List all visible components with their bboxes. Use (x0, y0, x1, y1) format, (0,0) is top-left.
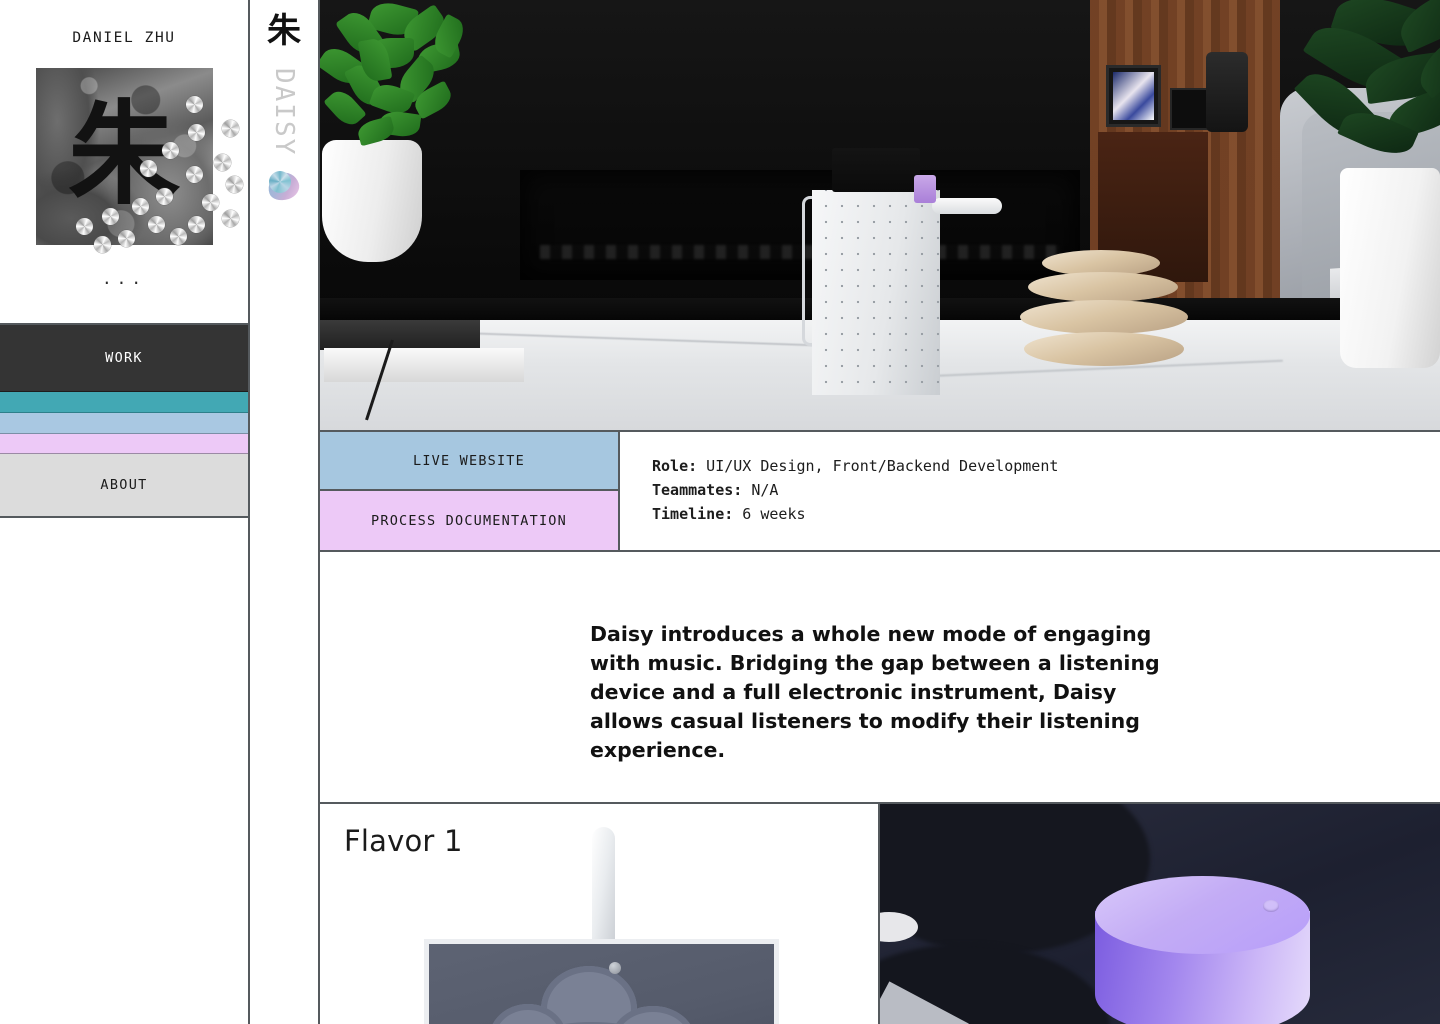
avatar-image: 朱 (35, 68, 213, 245)
stone-shape (1020, 300, 1188, 334)
meta-timeline-key: Timeline: (652, 505, 734, 523)
project-info-row: LIVE WEBSITE PROCESS DOCUMENTATION Role:… (320, 432, 1440, 552)
project-meta: Role: UI/UX Design, Front/Backend Develo… (620, 432, 1440, 550)
project-title-vertical: DAISY (269, 68, 299, 157)
shell-icon (221, 120, 239, 137)
project-links: LIVE WEBSITE PROCESS DOCUMENTATION (320, 432, 620, 550)
main-content: LIVE WEBSITE PROCESS DOCUMENTATION Role:… (320, 0, 1440, 1024)
hero-stone-stack (1020, 250, 1220, 390)
flavor-row: Flavor 1 (320, 804, 1440, 1024)
shell-icon (213, 154, 231, 171)
live-website-button[interactable]: LIVE WEBSITE (320, 432, 618, 491)
avatar[interactable]: 朱 (35, 68, 243, 253)
hero-plant-left (320, 0, 480, 160)
hero-image (320, 0, 1440, 432)
hero-fireplace (520, 170, 1080, 280)
hero-plant-pot-right (1340, 168, 1440, 368)
project-description-row: Daisy introduces a whole new mode of eng… (320, 552, 1440, 804)
hero-framed-art (1106, 65, 1161, 127)
zhu-mark-icon: 朱 (267, 11, 301, 51)
leaf-shape (355, 115, 397, 147)
meta-timeline: Timeline: 6 weeks (652, 502, 1440, 526)
stone-shape (1028, 272, 1178, 302)
project-description: Daisy introduces a whole new mode of eng… (590, 622, 1160, 762)
hero-speaker (1206, 52, 1248, 132)
process-documentation-button[interactable]: PROCESS DOCUMENTATION (320, 491, 618, 550)
meta-teammates-value: N/A (742, 481, 779, 499)
meta-teammates-key: Teammates: (652, 481, 743, 499)
shell-icon (225, 176, 243, 193)
meta-teammates: Teammates: N/A (652, 478, 1440, 502)
meta-timeline-value: 6 weeks (733, 505, 806, 523)
shell-icon (221, 210, 239, 227)
teal-bar[interactable] (0, 392, 248, 413)
blue-bar[interactable] (0, 413, 248, 434)
flavor-left-panel: Flavor 1 (320, 804, 880, 1024)
flavor-device-body (424, 939, 779, 1024)
purple-knob-dimple (1263, 900, 1279, 912)
screw-icon (609, 962, 621, 974)
meta-role-value: UI/UX Design, Front/Backend Development (697, 457, 1059, 475)
hero-books (320, 320, 550, 421)
purple-knob (1095, 876, 1310, 1024)
sidebar: DANIEL ZHU 朱 ... WORK ABOUT (0, 0, 250, 1024)
hero-daisy-device (812, 190, 940, 395)
project-rail: 朱 DAISY (250, 0, 320, 1024)
profile-name: DANIEL ZHU (72, 30, 176, 46)
sidebar-filler (0, 518, 248, 1024)
sidebar-item-work[interactable]: WORK (0, 325, 248, 392)
profile-ellipsis: ... (102, 269, 146, 288)
meta-role-key: Role: (652, 457, 698, 475)
hero-device-knob (914, 175, 936, 203)
stone-shape (1024, 332, 1184, 366)
flavor-right-panel (880, 804, 1440, 1024)
hero-book-light (324, 348, 524, 382)
hero-book-dark (320, 320, 480, 350)
meta-role: Role: UI/UX Design, Front/Backend Develo… (652, 454, 1440, 478)
shell-swirl-icon (264, 169, 303, 205)
hero-plant-right (1293, 0, 1440, 180)
hero-embers (540, 245, 1060, 259)
hero-device-arm (932, 198, 1002, 214)
sidebar-item-about[interactable]: ABOUT (0, 454, 248, 518)
hero-device-top (832, 148, 920, 192)
avatar-glyph: 朱 (68, 89, 180, 220)
lilac-bar[interactable] (0, 434, 248, 454)
purple-knob-top (1095, 876, 1310, 954)
page-root: DANIEL ZHU 朱 ... WORK ABOUT 朱 DAISY LIVE… (0, 0, 1440, 1024)
profile-block: DANIEL ZHU 朱 ... (0, 0, 248, 325)
flavor-title: Flavor 1 (344, 824, 463, 858)
cloud-icon (489, 966, 699, 1024)
